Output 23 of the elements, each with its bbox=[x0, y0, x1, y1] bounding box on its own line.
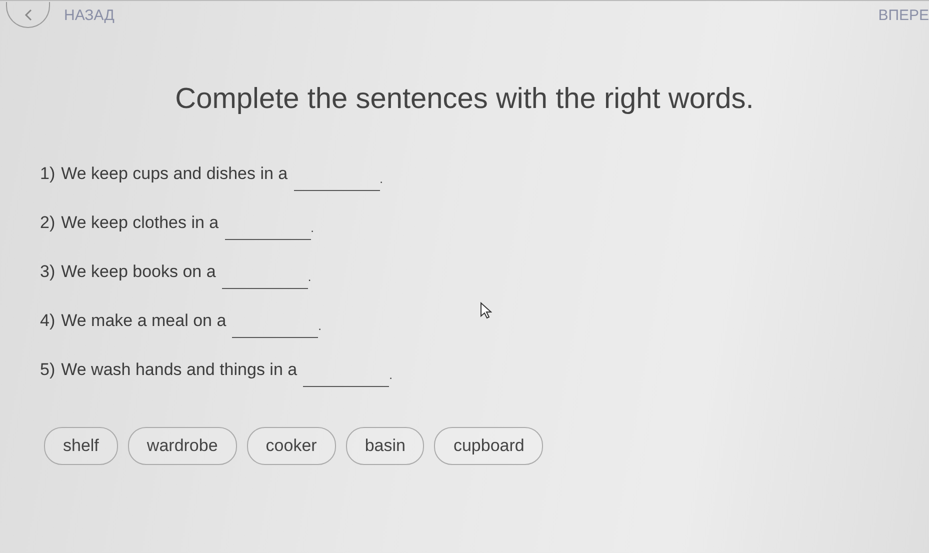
sentence-text: We keep clothes in a bbox=[61, 213, 219, 233]
sentence-number: 5) bbox=[40, 360, 56, 380]
sentence-text: We make a meal on a bbox=[61, 311, 226, 331]
sentence-text: We keep books on a bbox=[61, 262, 216, 282]
sentence-text: We keep cups and dishes in a bbox=[61, 164, 288, 184]
word-chip[interactable]: shelf bbox=[44, 427, 118, 465]
sentence-end: . bbox=[380, 172, 383, 186]
sentence-end: . bbox=[308, 270, 312, 284]
cursor-icon bbox=[480, 302, 492, 319]
sentence-end: . bbox=[389, 368, 392, 382]
sentence-end: . bbox=[310, 221, 314, 235]
word-chip[interactable]: cupboard bbox=[434, 427, 544, 465]
word-chip[interactable]: cooker bbox=[246, 427, 336, 465]
sentence-number: 2) bbox=[40, 213, 56, 233]
back-icon bbox=[24, 8, 32, 20]
sentence-number: 4) bbox=[40, 311, 56, 331]
word-chip[interactable]: wardrobe bbox=[128, 427, 237, 465]
word-chip[interactable]: basin bbox=[346, 427, 424, 465]
sentence-text: We wash hands and things in a bbox=[61, 360, 298, 380]
sentence-number: 3) bbox=[40, 262, 56, 282]
sentence-end: . bbox=[318, 319, 322, 333]
exercise-title: Complete the sentences with the right words. bbox=[174, 83, 755, 116]
sentence-number: 1) bbox=[40, 164, 56, 184]
